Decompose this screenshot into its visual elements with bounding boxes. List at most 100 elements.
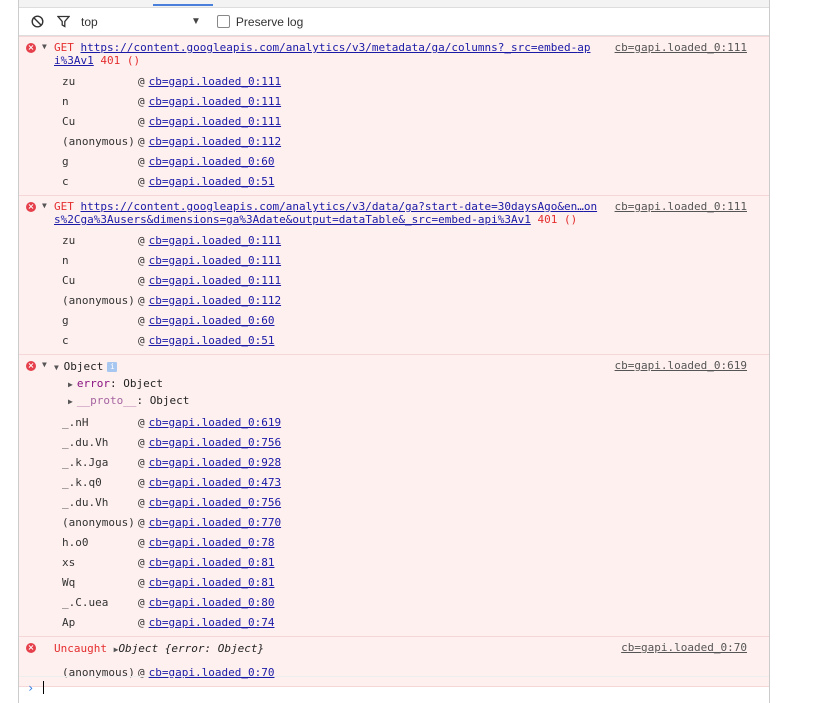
stack-frame: Cu @ cb=gapi.loaded_0:111 — [19, 270, 769, 290]
message-source-link[interactable]: cb=gapi.loaded_0:619 — [615, 359, 747, 372]
stack-frame: (anonymous) @ cb=gapi.loaded_0:112 — [19, 131, 769, 151]
frame-source-link[interactable]: cb=gapi.loaded_0:51 — [149, 334, 275, 347]
frame-function: _.C.uea — [62, 595, 109, 609]
property-value: Object — [123, 377, 163, 390]
object-property[interactable]: ▶ error: Object — [19, 376, 769, 393]
chevron-down-icon[interactable]: ▼ — [191, 16, 201, 27]
frame-function: Cu — [62, 273, 76, 287]
at-sign: @ — [138, 495, 145, 509]
stack-frame: h.o0 @ cb=gapi.loaded_0:78 — [19, 532, 769, 552]
stack-frame: n @ cb=gapi.loaded_0:111 — [19, 91, 769, 111]
stack-frame: (anonymous) @ cb=gapi.loaded_0:770 — [19, 512, 769, 532]
request-url[interactable]: https://content.googleapis.com/analytics… — [81, 41, 578, 54]
frame-source-link[interactable]: cb=gapi.loaded_0:81 — [149, 576, 275, 589]
frame-source-link[interactable]: cb=gapi.loaded_0:51 — [149, 175, 275, 188]
frame-function: (anonymous) — [62, 293, 135, 307]
frame-function: (anonymous) — [62, 515, 135, 529]
error-icon: × — [26, 643, 36, 653]
context-selector[interactable]: top — [81, 15, 191, 29]
stack-frame: g @ cb=gapi.loaded_0:60 — [19, 151, 769, 171]
frame-function: zu — [62, 74, 76, 88]
message-source-link[interactable]: cb=gapi.loaded_0:70 — [621, 641, 747, 654]
frame-function: n — [62, 253, 69, 267]
error-message: × ▼ ▼ Object i ▶ error: Object ▶ __proto__: Obj… — [19, 355, 769, 637]
at-sign: @ — [138, 615, 145, 629]
stack-frame: xs @ cb=gapi.loaded_0:81 — [19, 552, 769, 572]
stack-frame: c @ cb=gapi.loaded_0:51 — [19, 330, 769, 350]
frame-source-link[interactable]: cb=gapi.loaded_0:111 — [149, 115, 281, 128]
preserve-log-label: Preserve log — [235, 14, 304, 29]
frame-function: _.k.Jga — [62, 455, 109, 469]
at-sign: @ — [138, 94, 145, 108]
expand-triangle-icon[interactable]: ▶ — [68, 397, 73, 406]
at-sign: @ — [138, 455, 145, 469]
stack-frame: zu @ cb=gapi.loaded_0:111 — [19, 71, 769, 91]
error-icon: × — [26, 361, 36, 371]
stack-trace: zu @ cb=gapi.loaded_0:111 n @ cb=gapi.loaded_… — [19, 71, 769, 191]
frame-function: _.du.Vh — [62, 435, 109, 449]
stack-frame: n @ cb=gapi.loaded_0:111 — [19, 250, 769, 270]
property-value: Object — [149, 394, 190, 407]
frame-source-link[interactable]: cb=gapi.loaded_0:112 — [149, 294, 281, 307]
prompt-chevron-icon: › — [27, 681, 35, 695]
frame-source-link[interactable]: cb=gapi.loaded_0:928 — [149, 456, 281, 469]
uncaught-object[interactable]: Object {error: Object} — [118, 642, 264, 655]
message-source-link[interactable]: cb=gapi.loaded_0:111 — [615, 200, 747, 213]
message-source: cb=gapi.loaded_0:111 — [615, 41, 747, 54]
at-sign: @ — [138, 74, 145, 88]
at-sign: @ — [138, 293, 145, 307]
stack-frame: _.du.Vh @ cb=gapi.loaded_0:756 — [19, 432, 769, 452]
console-prompt[interactable]: › — [19, 676, 769, 701]
stack-trace: zu @ cb=gapi.loaded_0:111 n @ cb=gapi.loaded_… — [19, 230, 769, 350]
frame-source-link[interactable]: cb=gapi.loaded_0:111 — [149, 234, 281, 247]
expand-triangle-icon[interactable]: ▼ — [42, 360, 47, 369]
frame-source-link[interactable]: cb=gapi.loaded_0:60 — [149, 314, 275, 327]
stack-frame: Cu @ cb=gapi.loaded_0:111 — [19, 111, 769, 131]
stack-frame: Wq @ cb=gapi.loaded_0:81 — [19, 572, 769, 592]
expand-triangle-icon[interactable]: ▼ — [42, 42, 47, 51]
frame-function: n — [62, 94, 69, 108]
frame-source-link[interactable]: cb=gapi.loaded_0:80 — [149, 596, 275, 609]
at-sign: @ — [138, 154, 145, 168]
at-sign: @ — [138, 333, 145, 347]
at-sign: @ — [138, 595, 145, 609]
frame-source-link[interactable]: cb=gapi.loaded_0:74 — [149, 616, 275, 629]
object-property[interactable]: ▶ __proto__: Object — [19, 393, 769, 410]
frame-source-link[interactable]: cb=gapi.loaded_0:756 — [149, 496, 281, 509]
frame-source-link[interactable]: cb=gapi.loaded_0:473 — [149, 476, 281, 489]
at-sign: @ — [138, 515, 145, 529]
stack-frame: _.C.uea @ cb=gapi.loaded_0:80 — [19, 592, 769, 612]
request-url[interactable]: https://content.googleapis.com/analytics… — [81, 200, 584, 213]
expand-triangle-icon[interactable]: ▼ — [42, 201, 47, 210]
stack-trace: _.nH @ cb=gapi.loaded_0:619 _.du.Vh @ cb=gapi… — [19, 412, 769, 632]
at-sign: @ — [138, 174, 145, 188]
frame-source-link[interactable]: cb=gapi.loaded_0:60 — [149, 155, 275, 168]
frame-source-link[interactable]: cb=gapi.loaded_0:756 — [149, 436, 281, 449]
frame-source-link[interactable]: cb=gapi.loaded_0:619 — [149, 416, 281, 429]
message-source-link[interactable]: cb=gapi.loaded_0:111 — [615, 41, 747, 54]
console-messages: × ▼ GET https://content.googleapis.com/ana… — [19, 36, 769, 687]
frame-source-link[interactable]: cb=gapi.loaded_0:111 — [149, 274, 281, 287]
filter-icon[interactable] — [55, 14, 71, 30]
request-method: GET — [54, 200, 74, 213]
frame-source-link[interactable]: cb=gapi.loaded_0:111 — [149, 254, 281, 267]
frame-source-link[interactable]: cb=gapi.loaded_0:111 — [149, 95, 281, 108]
property-key: __proto__ — [76, 394, 137, 407]
object-expand-triangle-icon[interactable]: ▼ — [54, 363, 64, 372]
frame-source-link[interactable]: cb=gapi.loaded_0:111 — [149, 75, 281, 88]
preserve-log-checkbox[interactable] — [216, 15, 230, 28]
frame-function: _.k.q0 — [62, 475, 102, 489]
error-icon: × — [26, 202, 36, 212]
frame-function: g — [62, 154, 69, 168]
object-label[interactable]: Object — [64, 360, 104, 373]
status-code: 401 () — [100, 54, 141, 67]
frame-source-link[interactable]: cb=gapi.loaded_0:770 — [149, 516, 281, 529]
clear-console-icon[interactable] — [29, 14, 45, 30]
frame-source-link[interactable]: cb=gapi.loaded_0:81 — [149, 556, 275, 569]
console-toolbar: top ▼ Preserve log — [19, 8, 769, 36]
expand-triangle-icon[interactable]: ▶ — [68, 380, 73, 389]
frame-function: _.nH — [62, 415, 89, 429]
at-sign: @ — [138, 415, 145, 429]
frame-source-link[interactable]: cb=gapi.loaded_0:112 — [149, 135, 281, 148]
frame-source-link[interactable]: cb=gapi.loaded_0:78 — [149, 536, 275, 549]
